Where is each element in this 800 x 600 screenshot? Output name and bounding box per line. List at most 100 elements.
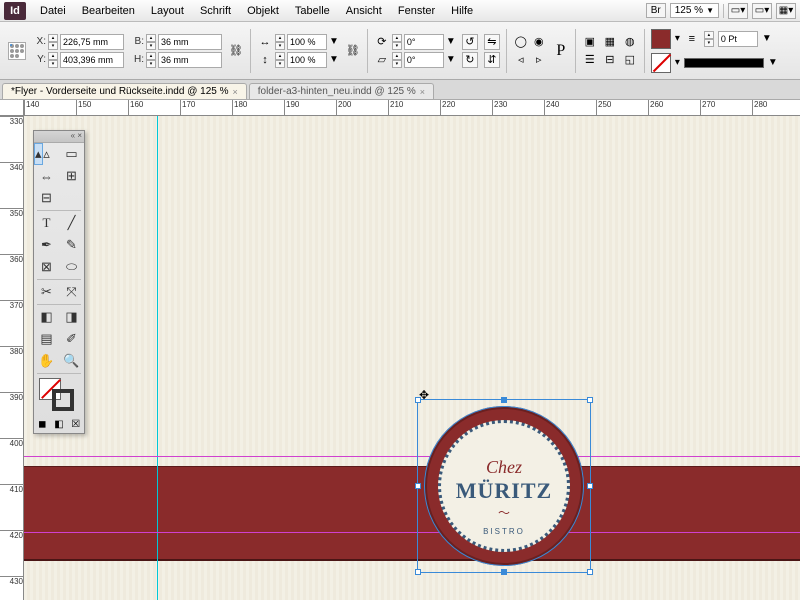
flip-h-button[interactable]: ⇋ xyxy=(484,34,500,50)
tab-label: folder-a3-hinten_neu.indd @ 125 % xyxy=(258,86,416,97)
note-tool[interactable]: ▤ xyxy=(34,328,59,350)
page-tool[interactable]: ▭ xyxy=(59,143,84,165)
ruler-origin[interactable] xyxy=(0,100,24,116)
vertical-ruler[interactable]: 330340350360370380390400410420430 xyxy=(0,116,24,600)
zoom-level-field[interactable]: 125 %▼ xyxy=(670,3,719,18)
close-icon[interactable]: × xyxy=(420,87,425,97)
control-bar: X:▴▾226,75 mm Y:▴▾403,396 mm B:▴▾36 mm H… xyxy=(0,22,800,80)
menu-tabelle[interactable]: Tabelle xyxy=(287,0,338,21)
constrain-scale-icon[interactable]: ⛓ xyxy=(345,43,361,59)
scale-y-field[interactable]: 100 % xyxy=(287,52,327,68)
tools-panel[interactable]: « × ▴ ▵ ▭ ⇔ ⊞ ⊟ T ╱ ✒ ✎ ⊠ ⬭ ✂ ⤧ ◧ ◨ ▤ ✐ … xyxy=(33,130,85,434)
paragraph-style-icon[interactable]: P xyxy=(553,43,569,59)
fill-swatch[interactable] xyxy=(651,29,671,49)
tab-folder[interactable]: folder-a3-hinten_neu.indd @ 125 % × xyxy=(249,83,434,99)
main-menu-bar: Id Datei Bearbeiten Layout Schrift Objek… xyxy=(0,0,800,22)
rotate-ccw-button[interactable]: ↺ xyxy=(462,34,478,50)
next-object-icon[interactable]: ▹ xyxy=(531,52,547,68)
flip-v-button[interactable]: ⇵ xyxy=(484,52,500,68)
close-icon[interactable]: × xyxy=(232,87,237,97)
guide-horizontal[interactable] xyxy=(24,456,800,457)
width-field[interactable]: 36 mm xyxy=(158,34,222,50)
apply-gradient-button[interactable]: ◧ xyxy=(51,415,68,433)
pencil-tool[interactable]: ✎ xyxy=(59,234,84,256)
constrain-wh-icon[interactable]: ⛓ xyxy=(228,43,244,59)
screen-mode-button[interactable]: ▭▾ xyxy=(752,3,772,19)
stroke-weight-icon: ≡ xyxy=(684,31,700,47)
free-transform-tool[interactable]: ⤧ xyxy=(59,281,84,303)
x-label: X: xyxy=(32,36,46,47)
stroke-swatch[interactable] xyxy=(651,53,671,73)
scale-x-field[interactable]: 100 % xyxy=(287,34,327,50)
handle-ml[interactable] xyxy=(415,483,421,489)
wrap-jump-icon[interactable]: ☰ xyxy=(582,52,598,68)
apply-none-button[interactable]: ☒ xyxy=(67,415,84,433)
y-field[interactable]: 403,396 mm xyxy=(60,52,124,68)
gap-tool[interactable]: ⇔ xyxy=(34,165,59,187)
menu-bearbeiten[interactable]: Bearbeiten xyxy=(74,0,143,21)
arrange-button[interactable]: ▦▾ xyxy=(776,3,796,19)
shear-field[interactable]: 0° xyxy=(404,52,444,68)
panel-header[interactable]: « × xyxy=(34,131,84,143)
view-mode-button[interactable]: ▭▾ xyxy=(728,3,748,19)
y-label: Y: xyxy=(32,54,46,65)
reference-point[interactable] xyxy=(8,42,26,60)
stroke-weight-field[interactable]: 0 Pt xyxy=(718,31,758,47)
handle-mr[interactable] xyxy=(587,483,593,489)
tab-flyer[interactable]: *Flyer - Vorderseite und Rückseite.indd … xyxy=(2,83,247,99)
horizontal-ruler[interactable]: 1401501601701801902002102202302402502602… xyxy=(24,100,800,116)
pen-tool[interactable]: ✒ xyxy=(34,234,59,256)
menu-hilfe[interactable]: Hilfe xyxy=(443,0,481,21)
menu-datei[interactable]: Datei xyxy=(32,0,74,21)
handle-br[interactable] xyxy=(587,569,593,575)
menu-ansicht[interactable]: Ansicht xyxy=(338,0,390,21)
menu-fenster[interactable]: Fenster xyxy=(390,0,443,21)
stroke-style[interactable] xyxy=(684,58,764,68)
rotate-cw-button[interactable]: ↻ xyxy=(462,52,478,68)
gradient-feather-tool[interactable]: ◨ xyxy=(59,306,84,328)
menu-schrift[interactable]: Schrift xyxy=(192,0,239,21)
rectangle-frame-tool[interactable]: ⊠ xyxy=(34,256,59,278)
move-cursor-icon: ✥ xyxy=(419,388,429,402)
stroke-box[interactable] xyxy=(52,389,74,411)
handle-tm[interactable] xyxy=(501,397,507,403)
line-tool[interactable]: ╱ xyxy=(59,212,84,234)
document-canvas[interactable]: Chez MÜRITZ ～ BISTRO ✥ xyxy=(24,116,800,600)
handle-bm[interactable] xyxy=(501,569,507,575)
handle-bl[interactable] xyxy=(415,569,421,575)
scissors-tool[interactable]: ✂ xyxy=(34,281,59,303)
content-select-icon[interactable]: ◉ xyxy=(531,34,547,50)
apply-color-button[interactable]: ◼ xyxy=(34,415,51,433)
guide-horizontal[interactable] xyxy=(24,532,800,533)
wrap-bbox-icon[interactable]: ▦ xyxy=(602,34,618,50)
eyedropper-tool[interactable]: ✐ xyxy=(59,328,84,350)
zoom-tool[interactable]: 🔍 xyxy=(59,350,84,372)
red-band-graphic xyxy=(24,466,800,561)
wrap-none-icon[interactable]: ▣ xyxy=(582,34,598,50)
bridge-button[interactable]: Br xyxy=(646,3,666,18)
corner-options-icon[interactable]: ◱ xyxy=(622,52,638,68)
gradient-swatch-tool[interactable]: ◧ xyxy=(34,306,59,328)
x-field[interactable]: 226,75 mm xyxy=(60,34,124,50)
hand-tool[interactable]: ✋ xyxy=(34,350,59,372)
prev-object-icon[interactable]: ◃ xyxy=(513,52,529,68)
content-collector-tool[interactable]: ⊞ xyxy=(59,165,84,187)
rectangle-tool[interactable]: ⬭ xyxy=(59,256,84,278)
menu-layout[interactable]: Layout xyxy=(143,0,192,21)
selection-bounding-box[interactable] xyxy=(417,399,591,573)
scale-y-icon: ↕ xyxy=(257,52,273,68)
menu-objekt[interactable]: Objekt xyxy=(239,0,287,21)
wrap-shape-icon[interactable]: ◍ xyxy=(622,34,638,50)
wrap-jump-next-icon[interactable]: ⊟ xyxy=(602,52,618,68)
guide-vertical[interactable] xyxy=(157,116,158,600)
document-tabs: *Flyer - Vorderseite und Rückseite.indd … xyxy=(0,80,800,100)
content-placer-tool[interactable]: ⊟ xyxy=(34,187,59,209)
type-tool[interactable]: T xyxy=(34,212,59,234)
height-field[interactable]: 36 mm xyxy=(158,52,222,68)
selection-tool[interactable]: ▴ xyxy=(34,143,43,165)
fill-stroke-control[interactable] xyxy=(34,375,84,415)
shear-icon: ▱ xyxy=(374,52,390,68)
handle-tr[interactable] xyxy=(587,397,593,403)
rotate-field[interactable]: 0° xyxy=(404,34,444,50)
container-select-icon[interactable]: ◯ xyxy=(513,34,529,50)
